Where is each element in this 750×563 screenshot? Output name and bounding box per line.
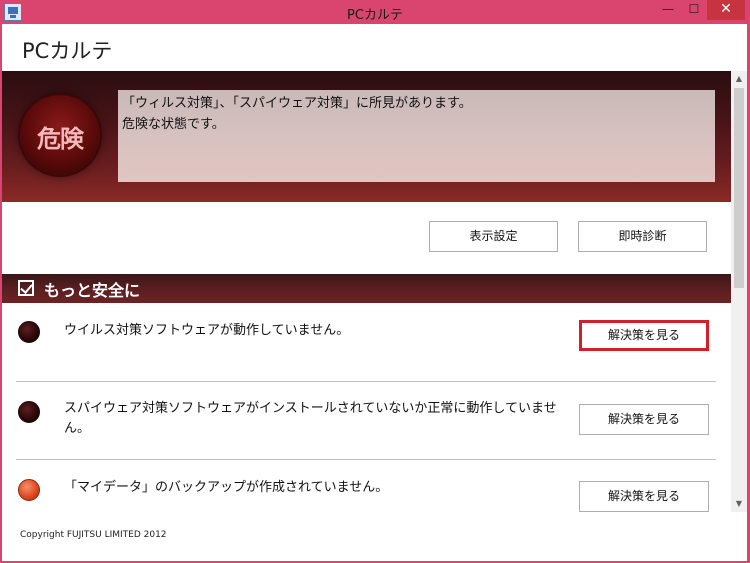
view-solution-button[interactable]: 解決策を見る — [579, 320, 709, 351]
danger-status-icon — [18, 321, 40, 343]
issue-row-backup: 「マイデータ」のバックアップが作成されていません。 解決策を見る — [16, 461, 716, 512]
view-solution-button[interactable]: 解決策を見る — [579, 481, 709, 512]
status-message-line1: 「ウィルス対策」、「スパイウェア対策」に所見があります。 — [122, 96, 472, 111]
copyright-text: Copyright FUJITSU LIMITED 2012 — [20, 530, 167, 540]
footer: Copyright FUJITSU LIMITED 2012 — [2, 512, 747, 561]
maximize-button[interactable]: ☐ — [681, 0, 707, 20]
vertical-scrollbar[interactable]: ▲ ▼ — [731, 71, 747, 512]
window-title: PCカルテ — [347, 8, 403, 23]
issue-text: ウイルス対策ソフトウェアが動作していません。 — [64, 323, 350, 338]
app-title: PCカルテ — [22, 39, 113, 63]
instant-diagnosis-button[interactable]: 即時診断 — [578, 221, 707, 252]
close-button[interactable]: ✕ — [707, 0, 745, 20]
danger-badge-label: 危険 — [37, 125, 84, 153]
view-solution-button[interactable]: 解決策を見る — [579, 404, 709, 435]
status-message-line2: 危険な状態です。 — [122, 117, 225, 132]
section-title: もっと安全に — [44, 281, 141, 300]
title-bar[interactable]: PCカルテ — ☐ ✕ — [0, 0, 750, 24]
checkbox-icon — [18, 280, 34, 296]
scroll-down-icon[interactable]: ▼ — [731, 496, 747, 512]
issue-row-spyware: スパイウェア対策ソフトウェアがインストールされていないか正常に動作していません。… — [16, 383, 716, 460]
client-area: PCカルテ 危険 「ウィルス対策」、「スパイウェア対策」に所見があります。 危険… — [2, 24, 747, 561]
section-header[interactable]: もっと安全に — [2, 274, 731, 303]
issue-text: スパイウェア対策ソフトウェアがインストールされていないか正常に動作していません。 — [64, 401, 557, 436]
warning-status-icon — [18, 479, 40, 501]
app-window: PCカルテ — ☐ ✕ PCカルテ 危険 「ウィルス対策」、「スパイウェア対策」… — [0, 0, 750, 563]
scroll-thumb[interactable] — [734, 88, 744, 288]
display-settings-button[interactable]: 表示設定 — [429, 221, 558, 252]
app-header: PCカルテ — [2, 24, 747, 71]
issue-row-antivirus: ウイルス対策ソフトウェアが動作していません。 解決策を見る — [16, 304, 716, 382]
status-message: 「ウィルス対策」、「スパイウェア対策」に所見があります。 危険な状態です。 — [118, 90, 715, 182]
danger-status-icon — [18, 401, 40, 423]
scroll-content: 危険 「ウィルス対策」、「スパイウェア対策」に所見があります。 危険な状態です。… — [2, 71, 731, 512]
issue-text: 「マイデータ」のバックアップが作成されていません。 — [64, 480, 389, 495]
status-banner: 危険 「ウィルス対策」、「スパイウェア対策」に所見があります。 危険な状態です。 — [2, 71, 731, 202]
minimize-button[interactable]: — — [655, 0, 681, 20]
scroll-up-icon[interactable]: ▲ — [731, 71, 747, 87]
danger-badge-icon: 危険 — [20, 95, 100, 175]
